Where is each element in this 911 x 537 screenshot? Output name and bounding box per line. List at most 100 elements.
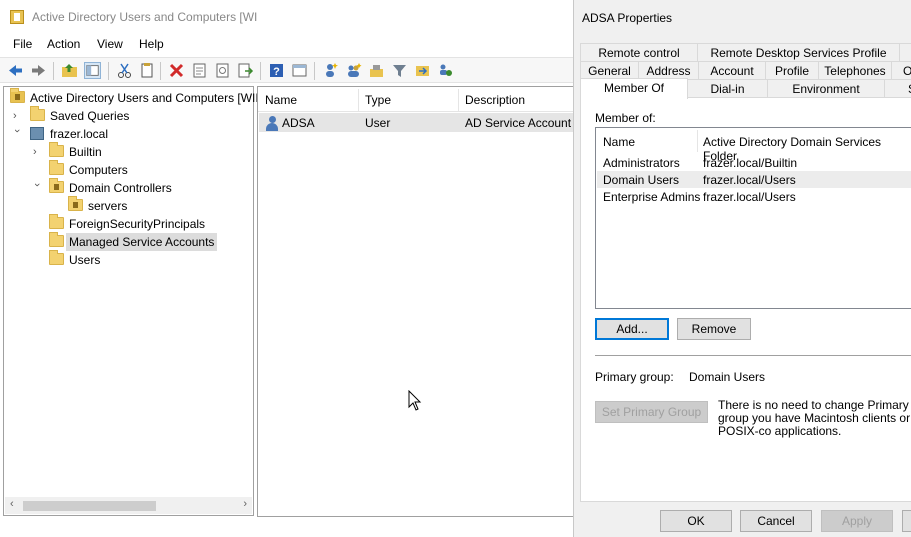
folder-icon bbox=[49, 214, 64, 229]
tree-item-servers[interactable]: servers bbox=[8, 196, 254, 215]
tree-item-label: Managed Service Accounts bbox=[66, 233, 218, 251]
scroll-right-icon[interactable]: › bbox=[243, 498, 247, 510]
apply-button[interactable]: Apply bbox=[821, 510, 893, 532]
group-folder: frazer.local/Builtin bbox=[703, 156, 798, 170]
set-primary-group-button[interactable]: Set Primary Group bbox=[595, 401, 708, 423]
chevron-right-icon[interactable]: › bbox=[13, 110, 23, 122]
group-list-header: Name Active Directory Domain Services Fo… bbox=[596, 128, 911, 163]
new-user-icon[interactable] bbox=[322, 62, 339, 79]
list-row-adsa[interactable]: ADSA User AD Service Account bbox=[259, 113, 574, 132]
group-name: Enterprise Admins bbox=[603, 190, 701, 204]
menu-view[interactable]: View bbox=[97, 37, 123, 51]
toolbar: ? bbox=[0, 57, 574, 83]
column-header-description[interactable]: Description bbox=[465, 93, 525, 107]
folder-icon bbox=[49, 142, 64, 157]
group-row-domain-users[interactable]: Domain Users frazer.local/Users bbox=[597, 171, 911, 188]
tab-telephones[interactable]: Telephones bbox=[818, 61, 892, 80]
tree-item-label: Users bbox=[69, 253, 101, 267]
scroll-thumb[interactable] bbox=[23, 501, 156, 511]
details-pane[interactable]: Name Type Description ADSA User AD Servi… bbox=[257, 86, 575, 517]
new-group-icon[interactable] bbox=[345, 62, 362, 79]
chevron-right-icon[interactable]: › bbox=[33, 146, 43, 158]
copy-icon[interactable] bbox=[138, 62, 155, 79]
tree-item-users[interactable]: Users bbox=[8, 250, 254, 269]
mouse-cursor-icon bbox=[408, 390, 422, 411]
cancel-button[interactable]: Cancel bbox=[740, 510, 812, 532]
tab-remote-desktop-profile[interactable]: Remote Desktop Services Profile bbox=[697, 43, 900, 62]
show-pane-icon[interactable] bbox=[291, 62, 308, 79]
aduc-app-icon bbox=[10, 10, 24, 24]
row-name: ADSA bbox=[282, 116, 315, 130]
tab-remote-control[interactable]: Remote control bbox=[580, 43, 698, 62]
back-icon[interactable] bbox=[7, 62, 24, 79]
properties-dialog: ADSA Properties Remote control Remote De… bbox=[573, 0, 911, 537]
remove-button[interactable]: Remove bbox=[677, 318, 751, 340]
tab-account[interactable]: Account bbox=[698, 61, 766, 80]
group-row-enterprise-admins[interactable]: Enterprise Admins frazer.local/Users bbox=[597, 188, 911, 205]
tree-item-domain-controllers[interactable]: › Domain Controllers bbox=[8, 178, 254, 197]
tab-environment[interactable]: Environment bbox=[767, 79, 885, 98]
tab-row1-overflow[interactable] bbox=[899, 43, 911, 62]
column-header-type[interactable]: Type bbox=[365, 93, 391, 107]
properties-icon[interactable] bbox=[191, 62, 208, 79]
row-type: User bbox=[365, 116, 391, 130]
tab-profile[interactable]: Profile bbox=[765, 61, 819, 80]
primary-group-note: There is no need to change Primary group… bbox=[718, 398, 911, 438]
delete-icon[interactable] bbox=[168, 62, 185, 79]
tree-root[interactable]: Active Directory Users and Computers [WI… bbox=[8, 88, 259, 107]
ok-button[interactable]: OK bbox=[660, 510, 732, 532]
tree-item-computers[interactable]: Computers bbox=[8, 160, 254, 179]
title-bar: Active Directory Users and Computers [WI bbox=[0, 0, 574, 34]
menu-action[interactable]: Action bbox=[47, 37, 80, 51]
tree-horizontal-scrollbar[interactable]: ‹ › bbox=[5, 497, 252, 514]
delegate-control-icon[interactable] bbox=[437, 62, 454, 79]
tab-dial-in[interactable]: Dial-in bbox=[687, 79, 768, 98]
group-folder: frazer.local/Users bbox=[703, 190, 796, 204]
tree-item-saved-queries[interactable]: › Saved Queries bbox=[8, 106, 254, 125]
primary-group-value: Domain Users bbox=[689, 370, 766, 384]
tree-root-label: Active Directory Users and Computers [WI… bbox=[30, 91, 259, 105]
add-to-group-icon[interactable] bbox=[414, 62, 431, 79]
show-tree-icon[interactable] bbox=[84, 62, 101, 79]
scroll-left-icon[interactable]: ‹ bbox=[10, 498, 14, 510]
ou-folder-icon bbox=[68, 196, 83, 211]
tree-item-label: Domain Controllers bbox=[69, 181, 172, 195]
column-header-name[interactable]: Name bbox=[265, 93, 297, 107]
help-button-partial[interactable] bbox=[902, 510, 911, 532]
tree-item-frazer-local[interactable]: › frazer.local bbox=[8, 125, 254, 143]
group-row-administrators[interactable]: Administrators frazer.local/Builtin bbox=[597, 154, 911, 171]
svg-text:?: ? bbox=[273, 66, 280, 78]
help-icon[interactable]: ? bbox=[268, 62, 285, 79]
tree-item-managed-service-accounts[interactable]: Managed Service Accounts bbox=[8, 232, 254, 251]
group-folder: frazer.local/Users bbox=[703, 173, 796, 187]
menu-file[interactable]: File bbox=[13, 37, 32, 51]
menu-help[interactable]: Help bbox=[139, 37, 164, 51]
cut-icon[interactable] bbox=[116, 62, 133, 79]
chevron-down-icon[interactable]: › bbox=[11, 129, 23, 139]
group-name: Administrators bbox=[603, 156, 680, 170]
console-tree[interactable]: Active Directory Users and Computers [WI… bbox=[3, 86, 259, 516]
tab-sessions[interactable]: S bbox=[884, 79, 911, 98]
add-button[interactable]: Add... bbox=[595, 318, 669, 340]
tab-member-of[interactable]: Member Of bbox=[580, 78, 688, 99]
member-of-label: Member of: bbox=[595, 111, 656, 125]
up-folder-icon[interactable] bbox=[61, 62, 78, 79]
tree-item-builtin[interactable]: › Builtin bbox=[8, 142, 254, 161]
row-description: AD Service Account bbox=[465, 116, 572, 130]
forward-icon[interactable] bbox=[30, 62, 47, 79]
chevron-down-icon[interactable]: › bbox=[31, 183, 43, 193]
window-title: Active Directory Users and Computers [WI bbox=[32, 10, 258, 24]
column-header-group-name[interactable]: Name bbox=[603, 135, 635, 149]
refresh-icon[interactable] bbox=[214, 62, 231, 79]
export-list-icon[interactable] bbox=[237, 62, 254, 79]
aduc-root-icon bbox=[10, 88, 25, 103]
filter-icon[interactable] bbox=[391, 62, 408, 79]
new-ou-icon[interactable] bbox=[368, 62, 385, 79]
primary-group-label: Primary group: bbox=[595, 370, 674, 384]
member-of-list[interactable]: Name Active Directory Domain Services Fo… bbox=[595, 127, 911, 309]
domain-icon bbox=[30, 127, 44, 140]
list-header: Name Type Description bbox=[258, 87, 575, 112]
tab-organization[interactable]: O bbox=[891, 61, 911, 80]
tree-item-foreign-security-principals[interactable]: ForeignSecurityPrincipals bbox=[8, 214, 254, 233]
ou-folder-icon bbox=[49, 178, 64, 193]
